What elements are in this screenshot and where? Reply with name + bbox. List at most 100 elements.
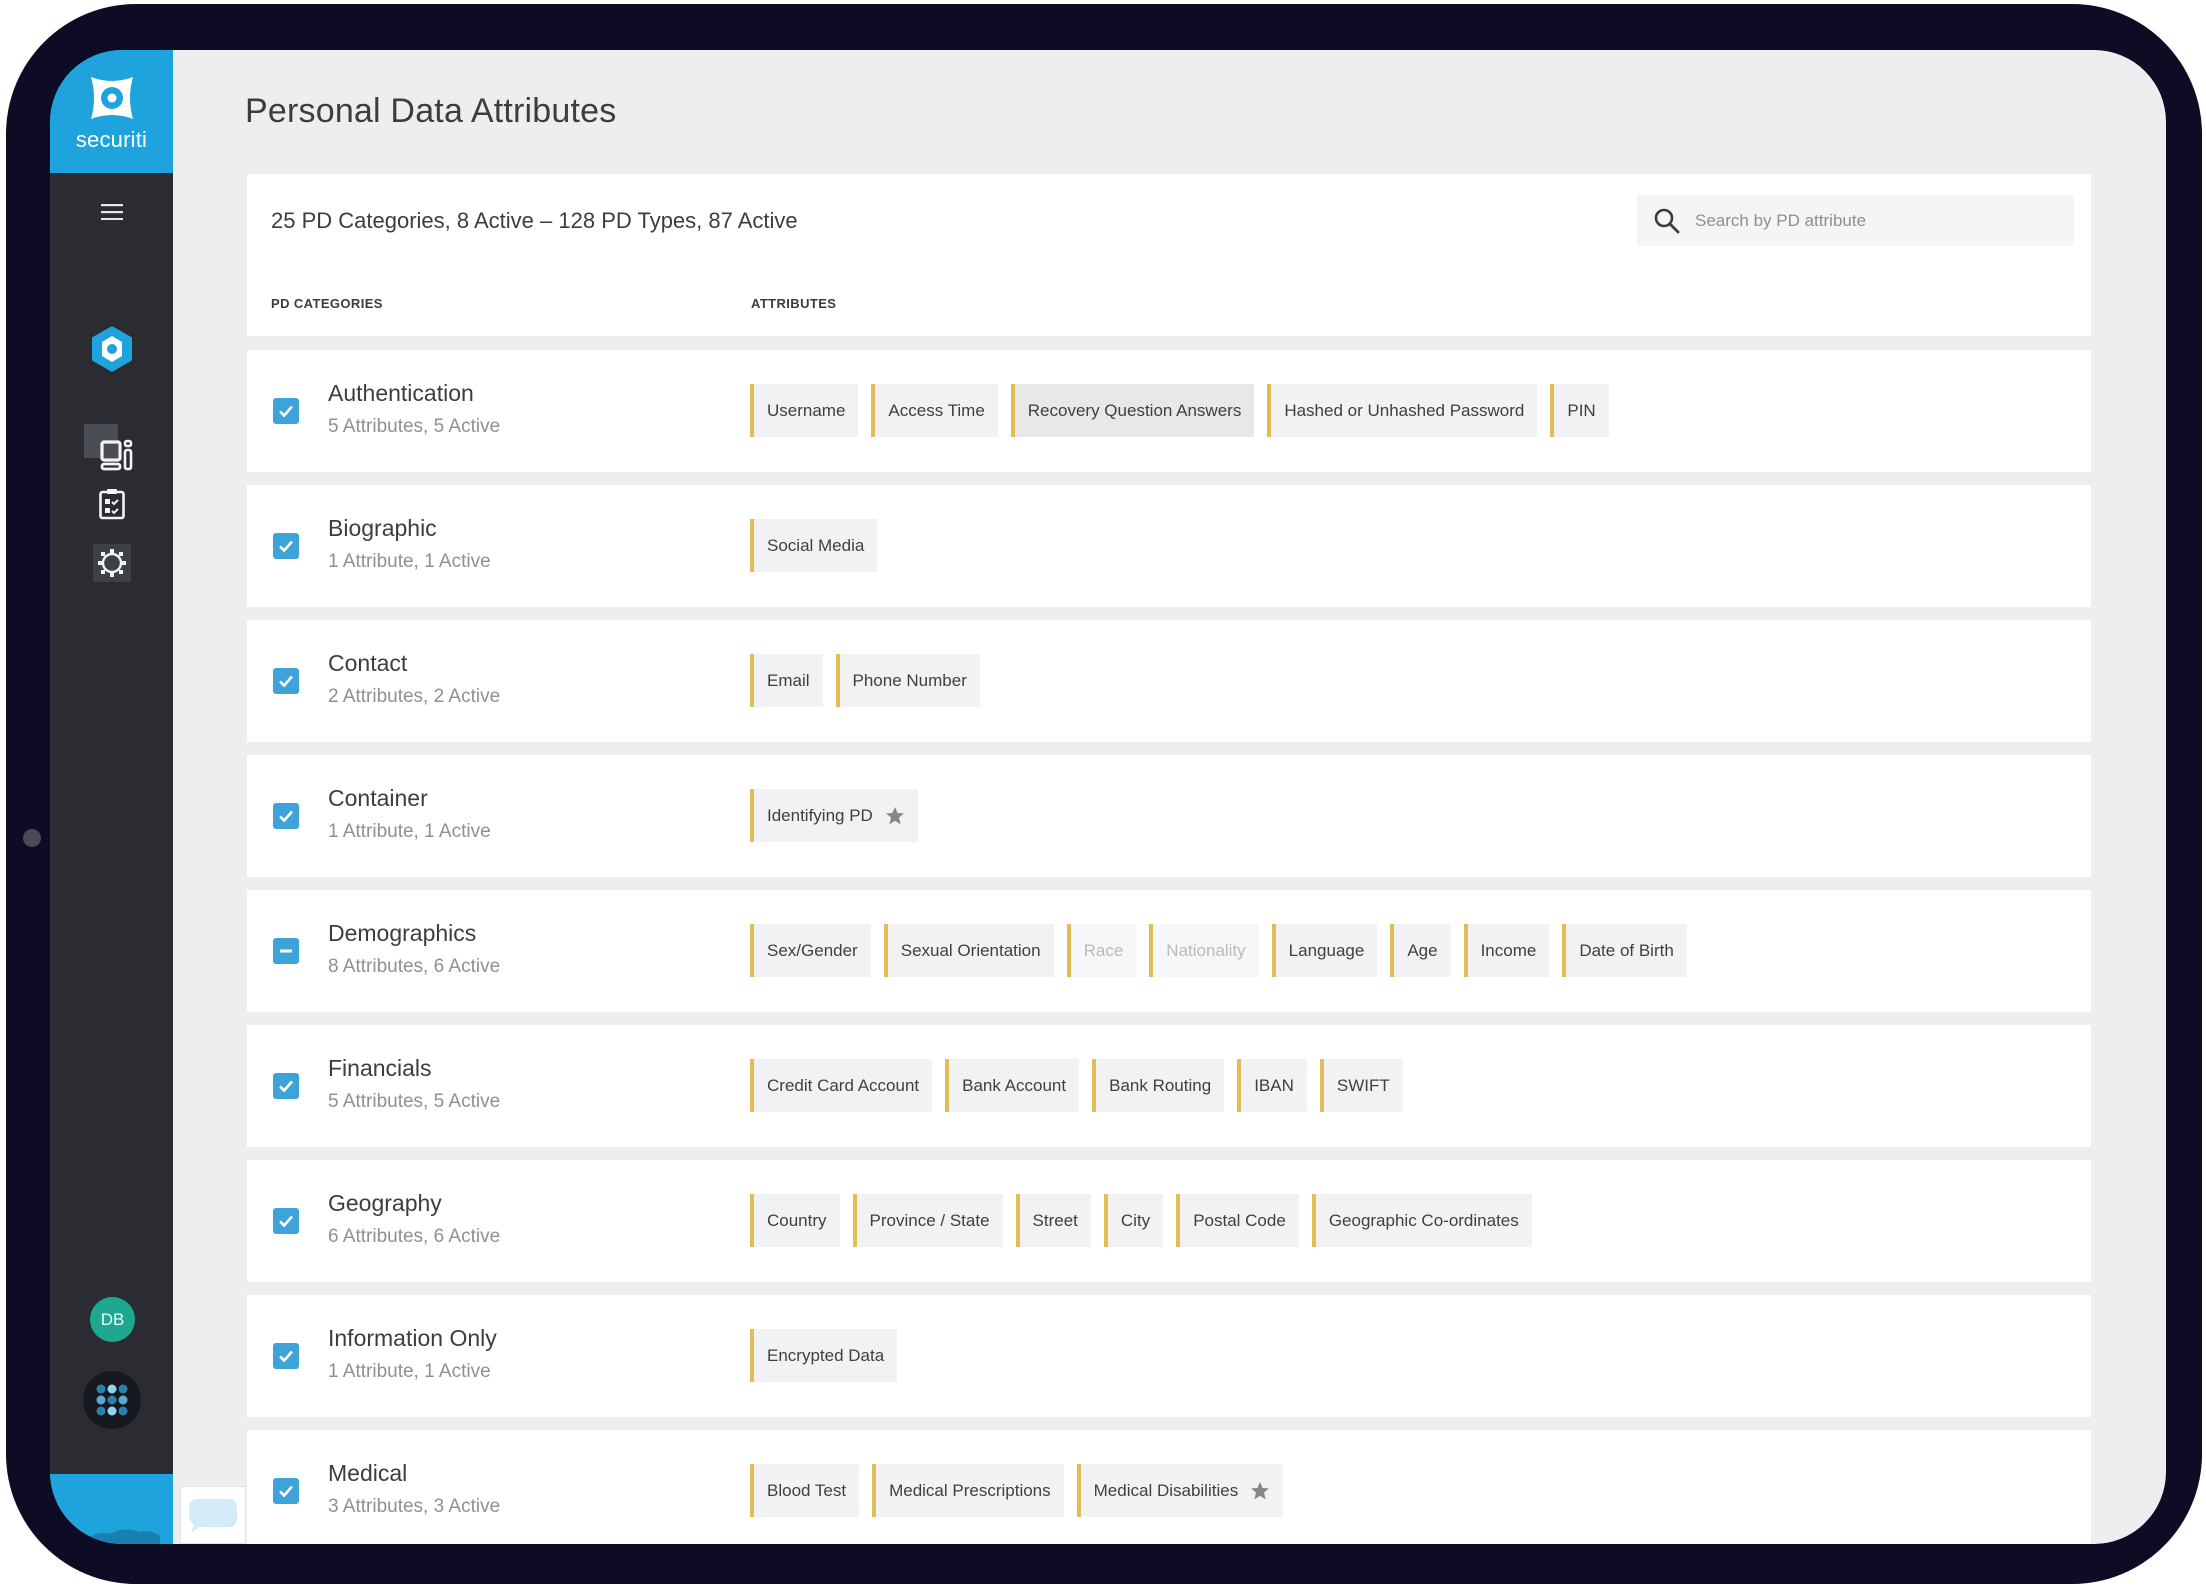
sidebar-item-assessments[interactable]: [95, 484, 129, 524]
attribute-label: Identifying PD: [767, 805, 873, 825]
attribute-chip[interactable]: Country: [750, 1194, 840, 1247]
attribute-list: Social Media: [750, 519, 878, 572]
menu-toggle-button[interactable]: [97, 200, 127, 224]
attribute-label: Username: [767, 400, 846, 420]
category-name: Demographics: [328, 920, 477, 946]
attribute-chip[interactable]: Postal Code: [1176, 1194, 1299, 1247]
attribute-chip[interactable]: Language: [1271, 924, 1378, 977]
hex-icon: [91, 326, 132, 372]
page-title: Personal Data Attributes: [245, 92, 617, 130]
attribute-chip[interactable]: Medical Disabilities: [1076, 1464, 1284, 1517]
category-summary: 1 Attribute, 1 Active: [328, 551, 491, 572]
attribute-label: Race: [1083, 940, 1124, 960]
category-checkbox[interactable]: [273, 803, 299, 829]
attribute-chip[interactable]: PIN: [1550, 384, 1609, 437]
attribute-chip[interactable]: Nationality: [1149, 924, 1259, 977]
attribute-chip[interactable]: Income: [1463, 924, 1550, 977]
attribute-label: Date of Birth: [1579, 940, 1674, 960]
category-name: Medical: [328, 1460, 408, 1486]
category-summary: 1 Attribute, 1 Active: [328, 821, 491, 842]
category-name: Information Only: [328, 1325, 497, 1351]
brand-name: securiti: [75, 126, 148, 152]
attributes-header-card: 25 PD Categories, 8 Active – 128 PD Type…: [247, 174, 2091, 336]
brand-logo[interactable]: securiti: [50, 50, 173, 173]
attribute-label: Language: [1288, 940, 1365, 960]
search-icon: [1654, 208, 1680, 233]
category-checkbox[interactable]: [273, 1073, 299, 1099]
checkmark-icon: [279, 1080, 293, 1093]
search-input[interactable]: [1695, 210, 2055, 231]
attribute-chip[interactable]: IBAN: [1237, 1059, 1307, 1112]
attribute-chip[interactable]: Age: [1390, 924, 1451, 977]
attribute-label: Province / State: [869, 1210, 990, 1230]
attribute-chip[interactable]: Sexual Orientation: [883, 924, 1054, 977]
category-checkbox[interactable]: [273, 938, 299, 964]
attribute-chip[interactable]: Bank Account: [945, 1059, 1080, 1112]
attribute-label: Geographic Co-ordinates: [1328, 1210, 1519, 1230]
category-summary: 8 Attributes, 6 Active: [328, 956, 501, 977]
attribute-chip[interactable]: Credit Card Account: [750, 1059, 933, 1112]
category-checkbox[interactable]: [273, 1343, 299, 1369]
category-row-authentication: Authentication 5 Attributes, 5 Active Us…: [247, 350, 2091, 472]
attribute-chip[interactable]: Identifying PD: [750, 789, 918, 842]
minus-icon: [280, 949, 292, 953]
securiti-logo-icon: [90, 76, 133, 119]
attribute-chip[interactable]: Recovery Question Answers: [1010, 384, 1255, 437]
category-checkbox[interactable]: [273, 1208, 299, 1234]
star-icon[interactable]: [885, 806, 905, 826]
category-name: Biographic: [328, 515, 437, 541]
category-checkbox[interactable]: [273, 398, 299, 424]
attribute-chip[interactable]: Sex/Gender: [750, 924, 871, 977]
attribute-label: Bank Account: [962, 1075, 1067, 1095]
attribute-label: Age: [1407, 940, 1438, 960]
column-header-attributes[interactable]: ATTRIBUTES: [751, 296, 836, 311]
attribute-chip[interactable]: Race: [1066, 924, 1137, 977]
checkmark-icon: [279, 1350, 293, 1363]
app-screen: securiti DB Personal Data Attributes 25 …: [50, 50, 2166, 1544]
attribute-label: Social Media: [767, 535, 865, 555]
category-checkbox[interactable]: [273, 1478, 299, 1504]
attribute-chip[interactable]: Encrypted Data: [750, 1329, 898, 1382]
star-icon[interactable]: [1250, 1481, 1270, 1501]
dashboard-icon: [83, 424, 132, 471]
attribute-chip[interactable]: Phone Number: [835, 654, 980, 707]
category-summary: 2 Attributes, 2 Active: [328, 686, 501, 707]
category-checkbox[interactable]: [273, 533, 299, 559]
sidebar-footer: [50, 1474, 173, 1544]
category-summary: 6 Attributes, 6 Active: [328, 1226, 501, 1247]
attribute-chip[interactable]: Medical Prescriptions: [872, 1464, 1064, 1517]
attribute-chip[interactable]: Access Time: [871, 384, 998, 437]
category-summary: 3 Attributes, 3 Active: [328, 1496, 501, 1517]
sidebar-item-dashboard[interactable]: [83, 424, 140, 480]
user-avatar[interactable]: DB: [90, 1297, 135, 1342]
attribute-chip[interactable]: Username: [750, 384, 859, 437]
attribute-label: IBAN: [1254, 1075, 1294, 1095]
category-row-information-only: Information Only 1 Attribute, 1 Active E…: [247, 1295, 2091, 1417]
sidebar-item-privacy[interactable]: [89, 324, 135, 374]
attribute-label: Phone Number: [852, 670, 967, 690]
category-summary: 1 Attribute, 1 Active: [328, 1361, 491, 1382]
category-summary: 5 Attributes, 5 Active: [328, 416, 501, 437]
attribute-chip[interactable]: Province / State: [852, 1194, 1003, 1247]
search-box[interactable]: [1637, 195, 2074, 246]
category-summary: 5 Attributes, 5 Active: [328, 1091, 501, 1112]
attribute-list: Encrypted Data: [750, 1329, 898, 1382]
attribute-label: Email: [767, 670, 810, 690]
attribute-chip[interactable]: Street: [1015, 1194, 1091, 1247]
sidebar-item-settings[interactable]: [92, 544, 131, 582]
chat-button[interactable]: [180, 1486, 246, 1544]
attribute-chip[interactable]: City: [1103, 1194, 1164, 1247]
attribute-chip[interactable]: Date of Birth: [1562, 924, 1687, 977]
column-header-categories[interactable]: PD CATEGORIES: [271, 296, 383, 311]
category-list: Authentication 5 Attributes, 5 Active Us…: [247, 350, 2091, 1544]
attribute-chip[interactable]: Blood Test: [750, 1464, 860, 1517]
apps-button[interactable]: [83, 1371, 141, 1429]
category-checkbox[interactable]: [273, 668, 299, 694]
attribute-chip[interactable]: Bank Routing: [1092, 1059, 1225, 1112]
attribute-chip[interactable]: SWIFT: [1319, 1059, 1403, 1112]
attribute-chip[interactable]: Social Media: [750, 519, 878, 572]
category-row-contact: Contact 2 Attributes, 2 Active Email Phon…: [247, 620, 2091, 742]
attribute-chip[interactable]: Geographic Co-ordinates: [1311, 1194, 1532, 1247]
attribute-chip[interactable]: Email: [750, 654, 823, 707]
attribute-chip[interactable]: Hashed or Unhashed Password: [1267, 384, 1538, 437]
